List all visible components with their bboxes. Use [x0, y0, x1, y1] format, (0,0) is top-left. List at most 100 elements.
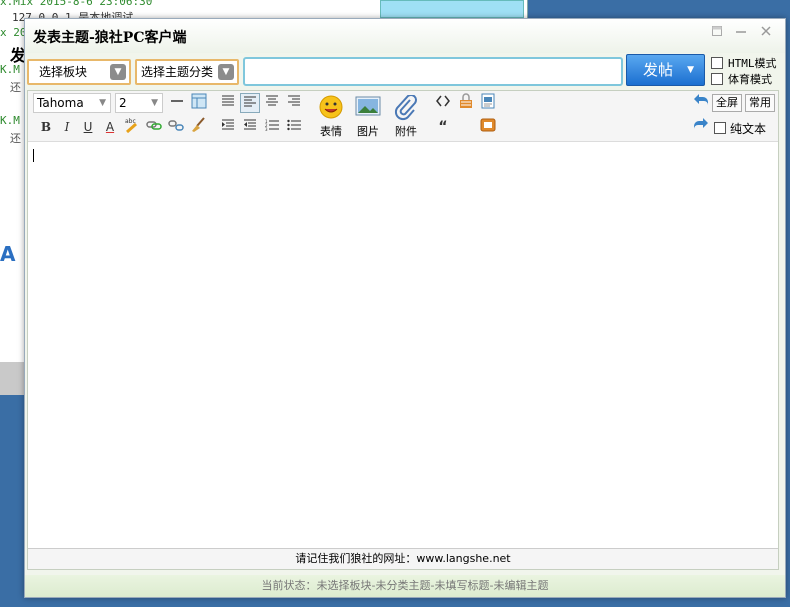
undo-icon: [694, 94, 708, 105]
bg-line-1: x.Mix 2015-8-6 23:06:30: [0, 0, 153, 8]
image-label: 图片: [357, 125, 379, 138]
smiley-icon: [314, 95, 348, 123]
lock-icon: [460, 93, 472, 108]
align-left-button[interactable]: [240, 93, 260, 113]
title-bar[interactable]: 发表主题-狼社PC客户端: [25, 19, 785, 53]
media-button[interactable]: [478, 93, 498, 113]
unlink-button[interactable]: [166, 117, 186, 137]
post-dialog: 发表主题-狼社PC客户端 选择板块 ▼ 选择主题分类 ▼ 发帖 ▼ HTML模式…: [24, 18, 786, 598]
font-family-value: Tahoma: [37, 96, 84, 110]
bold-button[interactable]: B: [36, 117, 56, 137]
outdent-icon: [244, 119, 256, 130]
quote-button[interactable]: “: [433, 117, 453, 137]
highlighter-icon: abc: [125, 118, 137, 134]
align-left-icon: [244, 96, 256, 107]
underline-button[interactable]: U: [78, 117, 98, 137]
hide-content-button[interactable]: [456, 93, 476, 113]
undo-button[interactable]: [691, 93, 711, 113]
font-size-select[interactable]: 2 ▼: [115, 93, 163, 113]
align-justify-button[interactable]: [218, 93, 238, 113]
common-button[interactable]: 常用: [745, 94, 775, 112]
link-icon: [146, 121, 162, 130]
svg-text:3: 3: [265, 127, 268, 131]
link-button[interactable]: [144, 117, 164, 137]
highlight-button[interactable]: abc: [122, 117, 142, 137]
status-bar: 当前状态：未选择板块-未分类主题-未填写标题-未编辑主题: [25, 575, 785, 597]
picture-icon: [351, 95, 385, 123]
paperclip-icon: [389, 94, 423, 123]
editor-footer: 请记住我们狼社的网址：www.langshe.net: [28, 548, 778, 569]
align-right-icon: [288, 95, 300, 106]
image-button[interactable]: 图片: [351, 95, 385, 139]
bg-line-6: 还: [10, 81, 21, 94]
indent-icon: [222, 119, 234, 130]
chevron-down-icon: ▼: [110, 64, 126, 80]
chevron-down-icon: ▼: [218, 64, 234, 80]
dialog-title: 发表主题-狼社PC客户端: [33, 30, 187, 46]
bullet-list-icon: [287, 119, 301, 131]
text-caret: [33, 149, 34, 162]
font-family-select[interactable]: Tahoma ▼: [33, 93, 111, 113]
bg-grey-panel: [0, 362, 24, 395]
sports-mode-label: 体育模式: [728, 73, 772, 86]
bg-line-3: x 20: [0, 26, 27, 39]
bg-big-letter: A: [0, 242, 16, 266]
unlink-icon: [168, 120, 184, 131]
html-mode-checkbox[interactable]: [711, 57, 723, 69]
post-button[interactable]: 发帖 ▼: [626, 54, 705, 86]
emoticon-label: 表情: [320, 125, 342, 138]
redo-icon: [694, 118, 708, 129]
category-select-value: 选择主题分类: [141, 65, 214, 79]
block-icon: [480, 118, 496, 132]
redo-button[interactable]: [691, 117, 711, 137]
minimize-icon[interactable]: [733, 25, 749, 41]
editor: Tahoma ▼ 2 ▼ B I U A abc 1 2 3 表情 图片 附件 …: [27, 90, 779, 570]
indent-button[interactable]: [218, 117, 238, 137]
ordered-list-button[interactable]: 123: [262, 117, 282, 137]
subject-input[interactable]: [243, 57, 623, 86]
broom-icon: [192, 117, 205, 132]
plain-text-label: 纯文本: [730, 122, 767, 136]
italic-button[interactable]: I: [57, 117, 77, 137]
post-button-label: 发帖: [643, 61, 674, 79]
unordered-list-button[interactable]: [284, 117, 304, 137]
align-center-icon: [266, 95, 278, 106]
editor-toolbar: Tahoma ▼ 2 ▼ B I U A abc 1 2 3 表情 图片 附件 …: [28, 91, 778, 142]
fullscreen-button[interactable]: 全屏: [712, 94, 742, 112]
table-button[interactable]: [189, 93, 209, 113]
table-icon: [191, 93, 207, 109]
clear-format-button[interactable]: [188, 117, 208, 137]
chevron-down-icon: ▼: [687, 65, 694, 75]
align-right-button[interactable]: [284, 93, 304, 113]
font-color-button[interactable]: A: [100, 117, 120, 137]
font-size-value: 2: [119, 96, 127, 110]
close-icon[interactable]: [758, 25, 774, 41]
horizontal-rule-icon: [171, 100, 183, 102]
chevron-down-icon: ▼: [99, 98, 106, 108]
bg-line-7: K.M: [0, 114, 20, 127]
category-select[interactable]: 选择主题分类 ▼: [135, 59, 239, 85]
horizontal-rule-button[interactable]: [167, 93, 187, 113]
attachment-button[interactable]: 附件: [389, 94, 423, 139]
ordered-list-icon: 123: [265, 119, 279, 132]
restore-icon[interactable]: [709, 25, 725, 41]
align-center-button[interactable]: [262, 93, 282, 113]
code-icon: [436, 95, 450, 107]
media-icon: [481, 93, 495, 109]
board-select[interactable]: 选择板块 ▼: [27, 59, 131, 85]
insert-block-button[interactable]: [478, 117, 498, 137]
background-window-strip: [380, 0, 524, 18]
bg-line-5: K.M: [0, 63, 20, 76]
chevron-down-icon: ▼: [151, 98, 158, 108]
align-justify-icon: [222, 95, 234, 106]
board-select-value: 选择板块: [39, 65, 88, 79]
outdent-button[interactable]: [240, 117, 260, 137]
sports-mode-checkbox[interactable]: [711, 73, 723, 85]
code-button[interactable]: [433, 93, 453, 113]
editor-content-area[interactable]: [28, 143, 778, 548]
bg-line-8: 还: [10, 132, 21, 145]
attachment-label: 附件: [395, 125, 417, 138]
emoticon-button[interactable]: 表情: [314, 95, 348, 139]
plain-text-checkbox[interactable]: [714, 122, 726, 134]
html-mode-label: HTML模式: [728, 57, 777, 70]
